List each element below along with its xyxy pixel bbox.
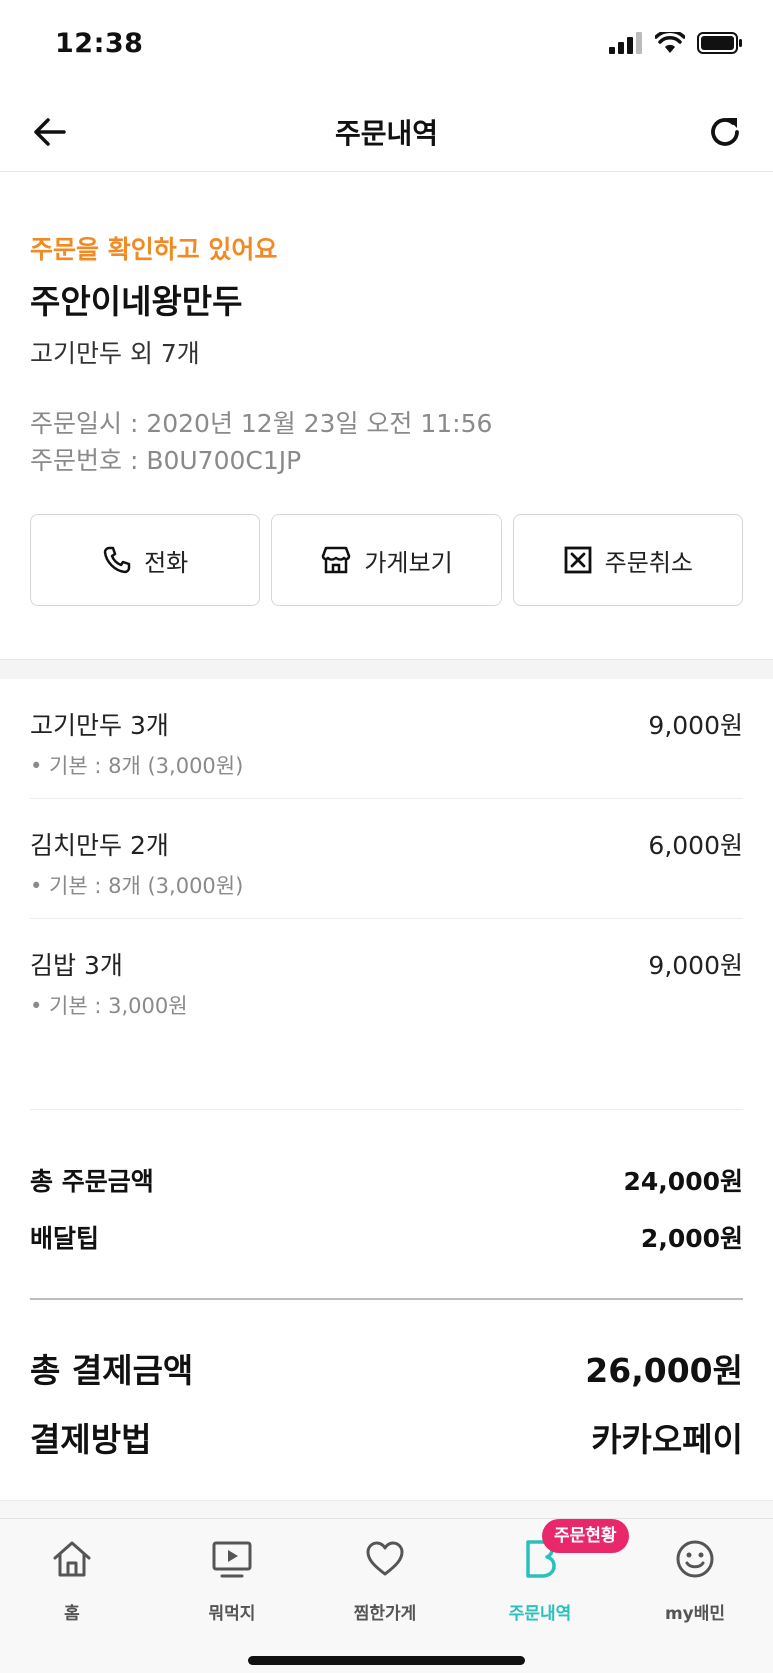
- heart-icon: [366, 1541, 404, 1576]
- tab-what-to-eat-label: 뭐먹지: [208, 1604, 256, 1624]
- item-option: • 기본 : 3,000원: [30, 994, 188, 1018]
- payment-method-row: 결제방법 카카오페이: [30, 1413, 743, 1463]
- tab-bar: 홈 뭐먹지 찜한가게 주문내역 주문현황 my배민: [0, 1518, 773, 1673]
- status-time: 12:38: [55, 28, 144, 59]
- cancel-order-button[interactable]: 주문취소: [512, 514, 743, 606]
- tab-home[interactable]: 홈: [2, 1537, 142, 1627]
- payment-method-label: 결제방법: [30, 1420, 152, 1459]
- item-name: 고기만두 3개: [30, 711, 169, 740]
- order-status-badge[interactable]: 주문현황: [542, 1519, 629, 1553]
- home-indicator: [248, 1656, 525, 1665]
- order-total-value: 24,000원: [623, 1167, 743, 1196]
- payment-method-value: 카카오페이: [591, 1420, 743, 1459]
- order-total-label: 총 주문금액: [30, 1167, 154, 1196]
- wifi-icon: [655, 32, 685, 53]
- tab-favorites[interactable]: 찜한가게: [315, 1537, 455, 1627]
- view-store-button[interactable]: 가게보기: [271, 514, 502, 606]
- nav-bar: 주문내역: [0, 92, 773, 172]
- refresh-button[interactable]: [705, 112, 745, 152]
- payment-total-value: 26,000원: [585, 1351, 743, 1390]
- tab-my-baemin[interactable]: my배민: [625, 1537, 765, 1627]
- call-button[interactable]: 전화: [30, 514, 261, 606]
- divider: [30, 1109, 743, 1110]
- order-total-row: 총 주문금액 24,000원: [30, 1162, 743, 1202]
- play-screen-icon: [212, 1541, 252, 1578]
- home-icon: [53, 1541, 91, 1577]
- section-divider: [0, 1500, 773, 1518]
- payment-total-label: 총 결제금액: [30, 1351, 194, 1390]
- delivery-tip-row: 배달팁 2,000원: [30, 1219, 743, 1259]
- divider: [30, 1298, 743, 1300]
- item-price: 9,000원: [648, 711, 743, 740]
- delivery-tip-value: 2,000원: [640, 1224, 743, 1253]
- order-number: 주문번호 : B0U700C1JP: [30, 446, 302, 475]
- cancel-order-button-label: 주문취소: [604, 548, 693, 577]
- order-items-list: 고기만두 3개 9,000원 • 기본 : 8개 (3,000원) 김치만두 2…: [30, 679, 743, 1039]
- cancel-box-icon: [564, 546, 592, 574]
- item-name: 김치만두 2개: [30, 831, 169, 860]
- call-button-label: 전화: [144, 548, 189, 577]
- tab-favorites-label: 찜한가게: [353, 1604, 417, 1624]
- tab-what-to-eat[interactable]: 뭐먹지: [162, 1537, 302, 1627]
- store-icon: [322, 546, 351, 574]
- view-store-button-label: 가게보기: [364, 548, 453, 577]
- tab-my-baemin-label: my배민: [664, 1604, 726, 1624]
- status-bar: 12:38: [0, 0, 773, 92]
- smile-icon: [676, 1540, 714, 1578]
- order-info-section: 주문을 확인하고 있어요 주안이네왕만두 고기만두 외 7개 주문일시 : 20…: [0, 172, 773, 659]
- page-title: 주문내역: [334, 117, 439, 150]
- item-name: 김밥 3개: [30, 951, 123, 980]
- tab-home-label: 홈: [64, 1604, 80, 1624]
- store-name: 주안이네왕만두: [30, 282, 243, 321]
- action-buttons: 전화 가게보기 주문취소: [30, 514, 743, 606]
- refresh-icon: [711, 118, 739, 146]
- order-summary: 고기만두 외 7개: [30, 339, 200, 368]
- status-icons: [609, 32, 743, 54]
- delivery-tip-label: 배달팁: [30, 1224, 100, 1253]
- order-date: 주문일시 : 2020년 12월 23일 오전 11:56: [30, 409, 493, 438]
- phone-icon: [103, 546, 131, 574]
- order-status-text: 주문을 확인하고 있어요: [30, 235, 278, 264]
- item-price: 9,000원: [648, 951, 743, 980]
- signal-icon: [609, 32, 642, 54]
- payment-total-row: 총 결제금액 26,000원: [30, 1344, 743, 1394]
- item-price: 6,000원: [648, 831, 743, 860]
- battery-icon: [697, 32, 742, 54]
- list-item: 김밥 3개 9,000원 • 기본 : 3,000원: [30, 919, 743, 1039]
- tab-order-history-label: 주문내역: [508, 1604, 572, 1624]
